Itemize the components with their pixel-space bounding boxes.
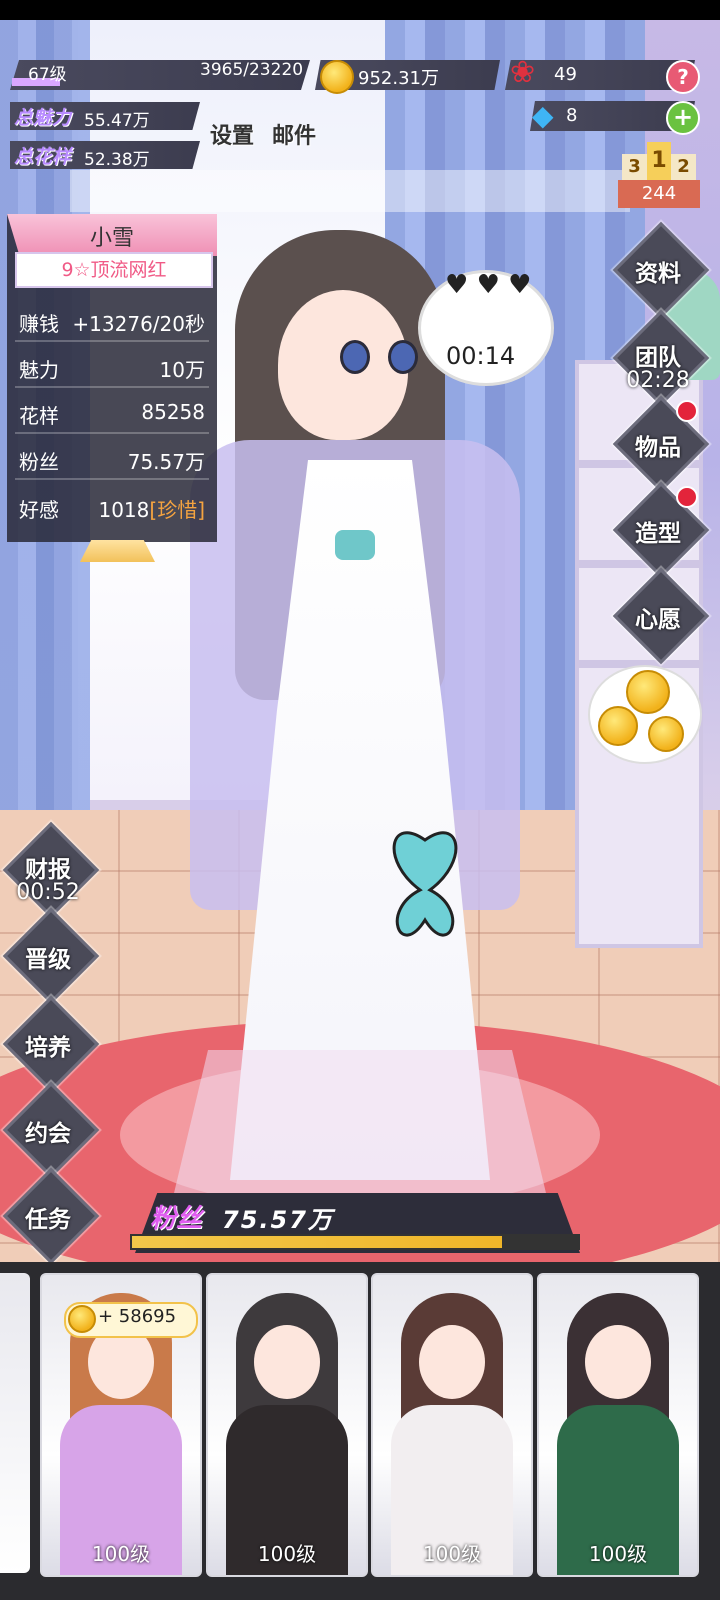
charm-label: 总魅力: [14, 107, 72, 129]
task-label: 任务: [25, 1207, 71, 1233]
rank-first: 1: [647, 142, 671, 180]
info-value: 10万: [159, 358, 205, 382]
promote-label: 晋级: [25, 947, 71, 973]
team-label: 团队: [635, 345, 681, 371]
styling-alert-dot: [676, 486, 698, 508]
card-face: [585, 1325, 651, 1399]
status-bar: [0, 0, 720, 20]
character-name: 小雪: [89, 226, 134, 251]
bubble-timer: 00:14: [446, 342, 516, 370]
card-level: 100级: [91, 1542, 151, 1566]
fans-progress-fill: [132, 1236, 502, 1248]
coin-icon: [320, 60, 354, 94]
finance-timer: 00:52: [16, 880, 80, 905]
card-face: [419, 1325, 485, 1399]
character-card[interactable]: 100级: [371, 1273, 533, 1577]
notice-bar: [70, 170, 630, 212]
dress-bow: [335, 530, 375, 560]
earn-amount: + 58695: [98, 1306, 177, 1327]
info-key: 花样: [19, 404, 59, 428]
info-row-affinity: 好感 1018[珍惜]: [15, 486, 209, 526]
ranking-value: 244: [618, 180, 700, 208]
help-button[interactable]: ?: [666, 60, 700, 94]
rank-second: 2: [671, 154, 696, 180]
coin-icon: [626, 670, 670, 714]
settings-button[interactable]: 设置: [210, 118, 254, 150]
rose-icon: ❀: [510, 55, 536, 90]
character-dress-hem: [170, 1050, 550, 1210]
card-face: [254, 1325, 320, 1399]
charm-value: 55.47万: [84, 111, 150, 131]
info-key: 赚钱: [19, 312, 59, 336]
rank-third: 3: [622, 154, 647, 180]
card-level: 100级: [257, 1542, 317, 1566]
team-timer: 02:28: [626, 368, 690, 393]
profile-label: 资料: [635, 261, 681, 287]
coin-amount: 952.31万: [358, 68, 439, 89]
info-row-fans: 粉丝 75.57万: [15, 438, 209, 480]
butterfly-icon: [392, 831, 458, 937]
date-label: 约会: [25, 1121, 71, 1147]
style-label: 总花样: [14, 146, 72, 168]
coin-icon: [68, 1305, 96, 1333]
character-eye-right: [388, 340, 418, 374]
style-value: 52.38万: [84, 150, 150, 170]
exp-text: 3965/23220: [200, 60, 304, 80]
fans-value: 75.57万: [222, 1206, 334, 1234]
affinity-tag: [珍惜]: [149, 498, 205, 522]
ranking-button[interactable]: 3 1 2 244: [618, 142, 700, 222]
hearts-icon: ♥ ♥ ♥: [445, 270, 532, 300]
train-label: 培养: [25, 1035, 71, 1061]
character-eye-left: [340, 340, 370, 374]
diamond-icon: ◆: [532, 99, 554, 132]
info-value: 1018[珍惜]: [98, 494, 205, 523]
character-title: 9☆顶流网红: [15, 252, 213, 288]
finance-label: 财报: [25, 857, 71, 883]
info-key: 魅力: [19, 358, 59, 382]
gem-amount: 8: [566, 105, 578, 126]
info-collapse-tab[interactable]: [80, 540, 155, 562]
info-value: 75.57万: [127, 450, 205, 474]
mail-button[interactable]: 邮件: [272, 118, 316, 150]
add-gems-button[interactable]: +: [666, 101, 700, 135]
level-text: 67级: [28, 65, 67, 85]
info-row-style: 花样 85258: [15, 392, 209, 434]
coin-icon: [648, 716, 684, 752]
coin-icon: [598, 706, 638, 746]
info-key: 粉丝: [19, 450, 59, 474]
card-level: 100级: [588, 1542, 648, 1566]
shelf-board: [575, 560, 703, 568]
character-card-partial[interactable]: [0, 1273, 30, 1573]
rose-amount: 49: [554, 64, 577, 85]
affinity-value: 1018: [98, 498, 150, 522]
info-row-earn: 赚钱 +13276/20秒: [15, 300, 209, 342]
card-level: 100级: [422, 1542, 482, 1566]
info-key: 好感: [19, 498, 59, 522]
character-card[interactable]: 100级: [537, 1273, 699, 1577]
wish-label: 心愿: [635, 607, 681, 633]
info-value: 85258: [141, 400, 205, 424]
items-label: 物品: [635, 435, 681, 461]
fans-label: 粉丝: [150, 1204, 203, 1234]
info-value: +13276/20秒: [72, 312, 205, 336]
items-alert-dot: [676, 400, 698, 422]
styling-label: 造型: [635, 521, 681, 547]
info-row-charm: 魅力 10万: [15, 346, 209, 388]
character-info-panel: 小雪 9☆顶流网红 赚钱 +13276/20秒 魅力 10万 花样 85258 …: [7, 214, 217, 542]
character-card[interactable]: 100级: [206, 1273, 368, 1577]
